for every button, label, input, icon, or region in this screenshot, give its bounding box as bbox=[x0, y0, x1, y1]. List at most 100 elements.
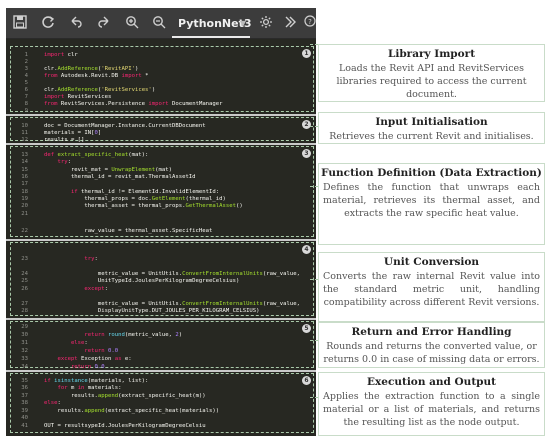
code-line[interactable]: try: bbox=[44, 159, 70, 165]
chevron-down-icon[interactable]: ▼ bbox=[240, 12, 246, 36]
code-token: metric_value = UnitUtils. bbox=[44, 271, 183, 277]
code-area[interactable]: 1 2 3 4 5 6 1 import clr 2 3 clr.AddReferenc… bbox=[6, 44, 316, 436]
section-number-badge: 3 bbox=[302, 149, 311, 158]
code-token: raw_value = thermal_asset.SpecificHeat bbox=[44, 228, 213, 234]
line-number: 14 bbox=[21, 159, 28, 165]
line-number: 16 bbox=[21, 174, 28, 180]
code-token: from bbox=[44, 73, 58, 79]
save-icon[interactable] bbox=[12, 15, 28, 31]
expand-icon[interactable] bbox=[282, 15, 298, 31]
code-line[interactable]: clr.AddReference('RevitServices') bbox=[44, 87, 155, 93]
code-line[interactable]: doc = DocumentManager.Instance.CurrentDB… bbox=[44, 123, 206, 129]
code-token: thermal_id != ElementId.InvalidElementId… bbox=[77, 189, 220, 195]
redo-icon[interactable] bbox=[96, 15, 112, 31]
code-line[interactable]: results.append(extract_specific_heat(mat… bbox=[44, 408, 219, 414]
code-token: DisplayUnitType.DUT_JOULES_PER_KILOGRAM_… bbox=[44, 308, 260, 314]
code-line[interactable]: thermal_id = revit_mat.ThermalAssetId bbox=[44, 174, 196, 180]
code-line[interactable]: thermal_props = doc.GetElement(thermal_i… bbox=[44, 196, 226, 202]
line-number: 41 bbox=[21, 423, 28, 429]
code-token: GetThermalAsset bbox=[185, 203, 236, 209]
annotation-description: Converts the raw internal Revit value in… bbox=[323, 271, 540, 308]
code-line[interactable]: else: bbox=[44, 400, 61, 406]
annotation-title: Execution and Output bbox=[367, 376, 496, 388]
line-number: 20 bbox=[21, 203, 28, 209]
code-token: UnitTypeId.JoulesPerKilogramDegreeCelsiu… bbox=[44, 278, 240, 284]
code-line[interactable]: if thermal_id != ElementId.InvalidElemen… bbox=[44, 189, 219, 195]
code-line[interactable]: thermal_asset = thermal_props.GetThermal… bbox=[44, 203, 242, 209]
code-line[interactable]: except: bbox=[44, 286, 108, 292]
annotation-description: Retrieves the current Revit and initiali… bbox=[329, 131, 534, 142]
line-number: 9 bbox=[24, 108, 28, 114]
annotation-description: Defines the function that unwraps each m… bbox=[323, 182, 540, 219]
code-token: (raw_value, bbox=[262, 301, 300, 307]
undo-icon[interactable] bbox=[68, 15, 84, 31]
annotation-library-import: Library Import Loads the Revit API and R… bbox=[318, 44, 545, 102]
line-number: 30 bbox=[21, 332, 28, 338]
line-number: 38 bbox=[21, 400, 28, 406]
line-number: 1 bbox=[24, 52, 28, 58]
code-line[interactable]: from RevitServices.Persistence import Do… bbox=[44, 101, 223, 107]
tab-pythonnet3[interactable]: PythonNet3 ▼ bbox=[172, 12, 252, 38]
refresh-icon[interactable] bbox=[40, 15, 56, 31]
code-line[interactable]: UnitTypeId.JoulesPerKilogramDegreeCelsiu… bbox=[44, 278, 239, 284]
code-line[interactable]: import RevitServices bbox=[44, 94, 111, 100]
code-token: m bbox=[67, 385, 78, 391]
line-number: 17 bbox=[21, 181, 28, 187]
code-token: return bbox=[44, 364, 92, 370]
code-token: try bbox=[44, 159, 68, 165]
connector-line bbox=[310, 397, 318, 398]
line-number: 31 bbox=[21, 340, 28, 346]
code-line[interactable]: metric_value = UnitUtils.ConvertFromInte… bbox=[44, 301, 300, 307]
code-line[interactable]: for m in materials: bbox=[44, 385, 121, 391]
code-line[interactable]: if isinstance(materials, list): bbox=[44, 378, 148, 384]
code-token: AddReference bbox=[57, 87, 98, 93]
code-line[interactable]: def extract_specific_heat(mat): bbox=[44, 152, 148, 158]
code-token: RevitServices bbox=[64, 94, 112, 100]
code-line[interactable]: DisplayUnitType.DUT_JOULES_PER_KILOGRAM_… bbox=[44, 308, 260, 314]
code-token: thermal_asset = thermal_props. bbox=[44, 203, 186, 209]
code-line[interactable]: clr.AddReference('RevitAPI') bbox=[44, 66, 138, 72]
code-line[interactable]: import clr bbox=[44, 52, 78, 58]
code-line[interactable]: return round(metric_value, 2) bbox=[44, 332, 182, 338]
section-divider bbox=[6, 239, 316, 241]
code-line[interactable]: return 0.0 bbox=[44, 348, 118, 354]
code-line[interactable]: results = [] bbox=[44, 137, 84, 143]
help-icon[interactable]: ? bbox=[302, 15, 316, 31]
connector-line bbox=[310, 44, 318, 45]
code-line[interactable]: revit_mat = UnwrapElement(mat) bbox=[44, 167, 172, 173]
code-token: if bbox=[44, 378, 51, 384]
annotation-title: Unit Conversion bbox=[383, 256, 480, 268]
line-number: 6 bbox=[24, 87, 28, 93]
code-token: import bbox=[44, 52, 65, 58]
code-line[interactable]: except Exception as e: bbox=[44, 356, 131, 362]
line-number: 10 bbox=[21, 123, 28, 129]
code-line[interactable]: metric_value = UnitUtils.ConvertFromInte… bbox=[44, 271, 300, 277]
code-token: (thermal_id) bbox=[185, 196, 226, 202]
zoom-in-icon[interactable] bbox=[124, 15, 140, 31]
settings-icon[interactable] bbox=[258, 15, 274, 31]
code-line[interactable]: else: bbox=[44, 340, 88, 346]
connector-line bbox=[310, 340, 318, 341]
code-token: ] bbox=[97, 130, 102, 136]
code-line[interactable]: raw_value = thermal_asset.SpecificHeat bbox=[44, 228, 212, 234]
code-token: round bbox=[104, 332, 125, 338]
connector-line bbox=[310, 126, 318, 127]
line-number: 12 bbox=[21, 137, 28, 143]
code-token: isinstance bbox=[50, 378, 88, 384]
code-token: : bbox=[94, 256, 98, 262]
code-token: doc = DocumentManager.Instance.CurrentDB… bbox=[44, 123, 206, 129]
code-line[interactable]: return 0.0 bbox=[44, 364, 105, 370]
code-token: UnwrapElement bbox=[111, 167, 156, 173]
code-line[interactable]: materials = IN[0] bbox=[44, 130, 101, 136]
code-line[interactable]: OUT = resultsypeId.JoulesPerKilogramDegr… bbox=[44, 423, 206, 429]
code-token: 0.0 bbox=[104, 348, 119, 354]
code-token: append bbox=[84, 408, 105, 414]
code-token: results. bbox=[44, 393, 98, 399]
zoom-out-icon[interactable] bbox=[151, 15, 167, 31]
code-token: : bbox=[104, 286, 108, 292]
code-line[interactable]: try: bbox=[44, 256, 98, 262]
code-token: GetElement bbox=[151, 196, 186, 202]
code-line[interactable]: results.append(extract_specific_heat(m)) bbox=[44, 393, 206, 399]
code-line[interactable]: from Autodesk.Revit.DB import * bbox=[44, 73, 148, 79]
code-token: (materials, list): bbox=[87, 378, 149, 384]
